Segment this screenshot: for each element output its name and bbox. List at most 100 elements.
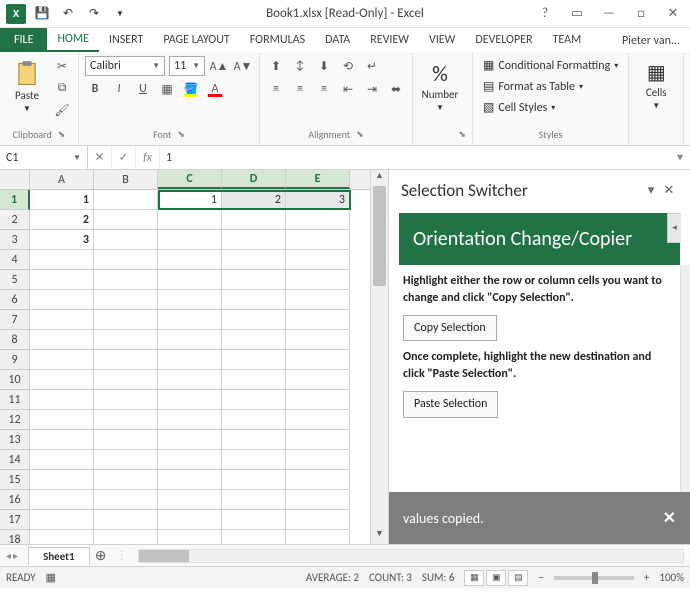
align-center-button[interactable]: ≡	[290, 79, 310, 99]
clipboard-launcher-icon[interactable]: ⬊	[58, 129, 66, 140]
tab-review[interactable]: REVIEW	[360, 28, 419, 52]
cell-D18[interactable]	[222, 530, 286, 544]
copy-button[interactable]: ⧉	[52, 78, 72, 98]
name-box[interactable]: C1▼	[0, 146, 88, 169]
cell-C6[interactable]	[158, 290, 222, 310]
cell-C12[interactable]	[158, 410, 222, 430]
expand-formula-bar-icon[interactable]: ▾	[670, 150, 690, 165]
alignment-launcher-icon[interactable]: ⬊	[356, 129, 364, 140]
minimize-icon[interactable]: —	[594, 3, 624, 25]
toast-close-icon[interactable]: ✕	[663, 508, 676, 528]
row-header-11[interactable]: 11	[0, 390, 30, 410]
col-header-E[interactable]: E	[286, 170, 350, 189]
italic-button[interactable]: I	[109, 79, 129, 99]
cell-A8[interactable]	[30, 330, 94, 350]
ribbon-options-icon[interactable]: ▭	[562, 3, 592, 25]
decrease-indent-button[interactable]: ⇤	[338, 79, 358, 99]
cell-E11[interactable]	[286, 390, 350, 410]
taskpane-menu-icon[interactable]: ▾	[642, 183, 660, 198]
scroll-up-icon[interactable]: ▲	[371, 170, 388, 186]
cell-C3[interactable]	[158, 230, 222, 250]
format-painter-button[interactable]: 🖌	[52, 100, 72, 120]
border-button[interactable]: ▦	[157, 79, 177, 99]
align-bottom-button[interactable]: ⬇	[314, 56, 334, 76]
col-header-B[interactable]: B	[94, 170, 158, 189]
cell-D10[interactable]	[222, 370, 286, 390]
cell-D14[interactable]	[222, 450, 286, 470]
row-header-4[interactable]: 4	[0, 250, 30, 270]
bold-button[interactable]: B	[85, 79, 105, 99]
cell-E3[interactable]	[286, 230, 350, 250]
cell-C8[interactable]	[158, 330, 222, 350]
row-header-8[interactable]: 8	[0, 330, 30, 350]
sheet-nav-next-icon[interactable]: ▸	[13, 549, 18, 562]
conditional-formatting-button[interactable]: ▦Conditional Formatting▾	[479, 56, 622, 75]
font-size-combo[interactable]: 11▼	[169, 56, 205, 76]
row-header-17[interactable]: 17	[0, 510, 30, 530]
cell-D9[interactable]	[222, 350, 286, 370]
zoom-slider[interactable]	[554, 576, 634, 580]
font-name-combo[interactable]: Calibri▼	[85, 56, 165, 76]
cell-A4[interactable]	[30, 250, 94, 270]
cell-A14[interactable]	[30, 450, 94, 470]
cell-C1[interactable]: 1	[158, 190, 222, 210]
cell-B8[interactable]	[94, 330, 158, 350]
close-icon[interactable]: ✕	[658, 3, 688, 25]
row-header-2[interactable]: 2	[0, 210, 30, 230]
tab-file[interactable]: FILE	[0, 28, 47, 52]
hscroll-thumb[interactable]	[139, 550, 189, 562]
row-header-5[interactable]: 5	[0, 270, 30, 290]
scroll-thumb[interactable]	[373, 186, 386, 286]
cell-D8[interactable]	[222, 330, 286, 350]
tab-view[interactable]: VIEW	[419, 28, 465, 52]
align-middle-button[interactable]: ↕	[290, 56, 310, 76]
row-header-10[interactable]: 10	[0, 370, 30, 390]
cell-D12[interactable]	[222, 410, 286, 430]
cell-A6[interactable]	[30, 290, 94, 310]
cell-B9[interactable]	[94, 350, 158, 370]
cell-E12[interactable]	[286, 410, 350, 430]
redo-icon[interactable]: ↷	[82, 3, 106, 25]
cell-E5[interactable]	[286, 270, 350, 290]
row-header-3[interactable]: 3	[0, 230, 30, 250]
row-header-18[interactable]: 18	[0, 530, 30, 544]
paste-selection-button[interactable]: Paste Selection	[403, 391, 498, 418]
add-sheet-icon[interactable]: ⊕	[90, 547, 112, 564]
cell-B3[interactable]	[94, 230, 158, 250]
tab-developer[interactable]: DEVELOPER	[465, 28, 542, 52]
orientation-button[interactable]: ⟲	[338, 56, 358, 76]
cell-E18[interactable]	[286, 530, 350, 544]
cell-D3[interactable]	[222, 230, 286, 250]
cell-A2[interactable]: 2	[30, 210, 94, 230]
cell-B15[interactable]	[94, 470, 158, 490]
align-left-button[interactable]: ≡	[266, 79, 286, 99]
cell-A16[interactable]	[30, 490, 94, 510]
excel-logo-icon[interactable]: X	[4, 3, 28, 25]
cell-A7[interactable]	[30, 310, 94, 330]
cell-D17[interactable]	[222, 510, 286, 530]
save-icon[interactable]: 💾	[30, 3, 54, 25]
cell-E4[interactable]	[286, 250, 350, 270]
cell-E6[interactable]	[286, 290, 350, 310]
number-launcher-icon[interactable]: ⬊	[458, 129, 466, 140]
cell-B17[interactable]	[94, 510, 158, 530]
cell-B12[interactable]	[94, 410, 158, 430]
row-header-12[interactable]: 12	[0, 410, 30, 430]
cell-D2[interactable]	[222, 210, 286, 230]
zoom-in-icon[interactable]: +	[644, 571, 649, 584]
cell-A1[interactable]: 1	[30, 190, 94, 210]
cell-A13[interactable]	[30, 430, 94, 450]
cell-B5[interactable]	[94, 270, 158, 290]
qat-customize-icon[interactable]: ▼	[108, 3, 132, 25]
cell-B2[interactable]	[94, 210, 158, 230]
increase-font-button[interactable]: A▲	[209, 56, 229, 76]
scroll-down-icon[interactable]: ▼	[371, 528, 388, 544]
cell-B13[interactable]	[94, 430, 158, 450]
cell-C10[interactable]	[158, 370, 222, 390]
cell-A17[interactable]	[30, 510, 94, 530]
sheet-nav-prev-icon[interactable]: ◂	[6, 549, 11, 562]
cell-A12[interactable]	[30, 410, 94, 430]
cell-E2[interactable]	[286, 210, 350, 230]
cell-B18[interactable]	[94, 530, 158, 544]
align-right-button[interactable]: ≡	[314, 79, 334, 99]
